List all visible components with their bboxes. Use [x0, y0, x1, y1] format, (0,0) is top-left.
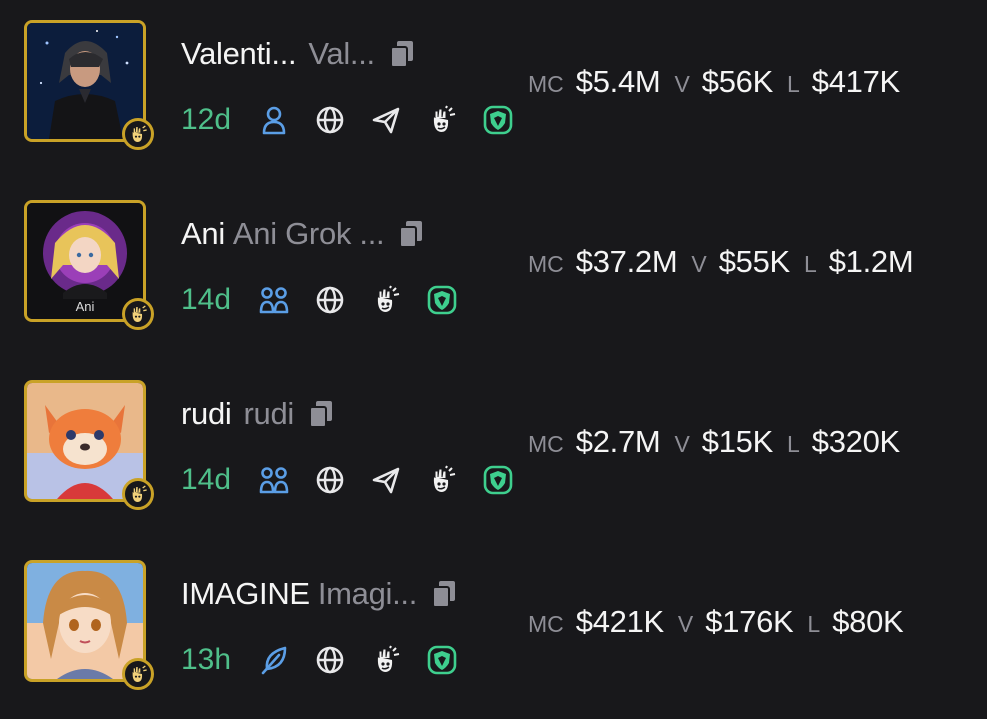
- copy-icon[interactable]: [431, 580, 457, 608]
- shield-icon[interactable]: [483, 465, 513, 495]
- telegram-icon[interactable]: [371, 105, 401, 135]
- shield-icon[interactable]: [483, 105, 513, 135]
- token-name[interactable]: Valenti...: [181, 36, 297, 72]
- mc-label: MC: [528, 71, 564, 97]
- liquidity-label: L: [787, 71, 800, 97]
- pump-badge-icon: [122, 478, 154, 510]
- pump-badge-icon: [122, 118, 154, 150]
- liquidity-label: L: [807, 611, 821, 637]
- liquidity-value: $80K: [832, 604, 904, 639]
- mc-label: MC: [528, 251, 564, 277]
- volume-label: V: [674, 431, 690, 457]
- avatar-image: [27, 383, 143, 499]
- volume-value: $55K: [718, 244, 791, 279]
- mc-label: MC: [528, 431, 564, 457]
- token-row[interactable]: Valenti... Val... 12d MC $5.4M V $56K L …: [0, 0, 987, 170]
- pump-icon[interactable]: [371, 645, 401, 675]
- liquidity-label: L: [803, 251, 817, 277]
- pump-icon[interactable]: [427, 105, 457, 135]
- token-row[interactable]: rudi rudi 14d MC $2.7M V $15K L $320K: [0, 360, 987, 530]
- pump-badge-icon: [122, 298, 154, 330]
- token-avatar[interactable]: [24, 560, 154, 690]
- volume-value: $176K: [705, 604, 794, 639]
- token-avatar[interactable]: [24, 20, 154, 150]
- globe-icon[interactable]: [315, 105, 345, 135]
- pump-icon[interactable]: [427, 465, 457, 495]
- telegram-icon[interactable]: [371, 465, 401, 495]
- token-age: 14d: [181, 463, 232, 496]
- liquidity-label: L: [787, 431, 800, 457]
- mc-value: $2.7M: [575, 424, 661, 459]
- feather-icon[interactable]: [259, 645, 289, 675]
- globe-icon[interactable]: [315, 465, 345, 495]
- volume-label: V: [677, 611, 694, 637]
- token-row[interactable]: IMAGINE Imagi... 13h MC $421K V $176K L …: [0, 540, 987, 710]
- shield-icon[interactable]: [427, 285, 457, 315]
- token-name[interactable]: IMAGINE: [181, 576, 310, 612]
- avatar-image: [27, 23, 143, 139]
- copy-icon[interactable]: [308, 400, 334, 428]
- mc-label: MC: [528, 611, 564, 637]
- token-age: 12d: [181, 103, 232, 136]
- volume-label: V: [674, 71, 690, 97]
- copy-icon[interactable]: [389, 40, 415, 68]
- user-icon[interactable]: [259, 105, 289, 135]
- pump-badge-icon: [122, 658, 154, 690]
- token-stats: MC $2.7M V $15K L $320K: [528, 424, 914, 464]
- mc-value: $37.2M: [575, 244, 678, 279]
- pump-icon[interactable]: [371, 285, 401, 315]
- token-stats: MC $421K V $176K L $80K: [528, 604, 917, 644]
- shield-icon[interactable]: [427, 645, 457, 675]
- token-stats: MC $5.4M V $56K L $417K: [528, 64, 914, 104]
- token-row[interactable]: Ani Ani Ani Grok ... 14d MC $37.2M V $55…: [0, 180, 987, 350]
- token-avatar[interactable]: Ani: [24, 200, 154, 330]
- token-name[interactable]: rudi: [181, 396, 232, 432]
- token-name[interactable]: Ani: [181, 216, 225, 252]
- token-full-name: Imagi...: [317, 576, 418, 611]
- token-avatar[interactable]: [24, 380, 154, 510]
- volume-value: $15K: [701, 424, 774, 459]
- token-age: 14d: [181, 283, 232, 316]
- token-age: 13h: [181, 643, 232, 676]
- community-icon[interactable]: [259, 285, 289, 315]
- copy-icon[interactable]: [398, 220, 424, 248]
- mc-value: $5.4M: [575, 64, 661, 99]
- mc-value: $421K: [575, 604, 664, 639]
- community-icon[interactable]: [259, 465, 289, 495]
- globe-icon[interactable]: [315, 285, 345, 315]
- token-full-name: Ani Grok ...: [232, 216, 385, 251]
- token-full-name: rudi: [243, 396, 295, 431]
- token-full-name: Val...: [308, 36, 375, 71]
- volume-label: V: [691, 251, 707, 277]
- liquidity-value: $1.2M: [828, 244, 914, 279]
- token-stats: MC $37.2M V $55K L $1.2M: [528, 244, 927, 284]
- avatar-image: [27, 563, 143, 679]
- liquidity-value: $320K: [811, 424, 900, 459]
- globe-icon[interactable]: [315, 645, 345, 675]
- volume-value: $56K: [701, 64, 774, 99]
- liquidity-value: $417K: [811, 64, 900, 99]
